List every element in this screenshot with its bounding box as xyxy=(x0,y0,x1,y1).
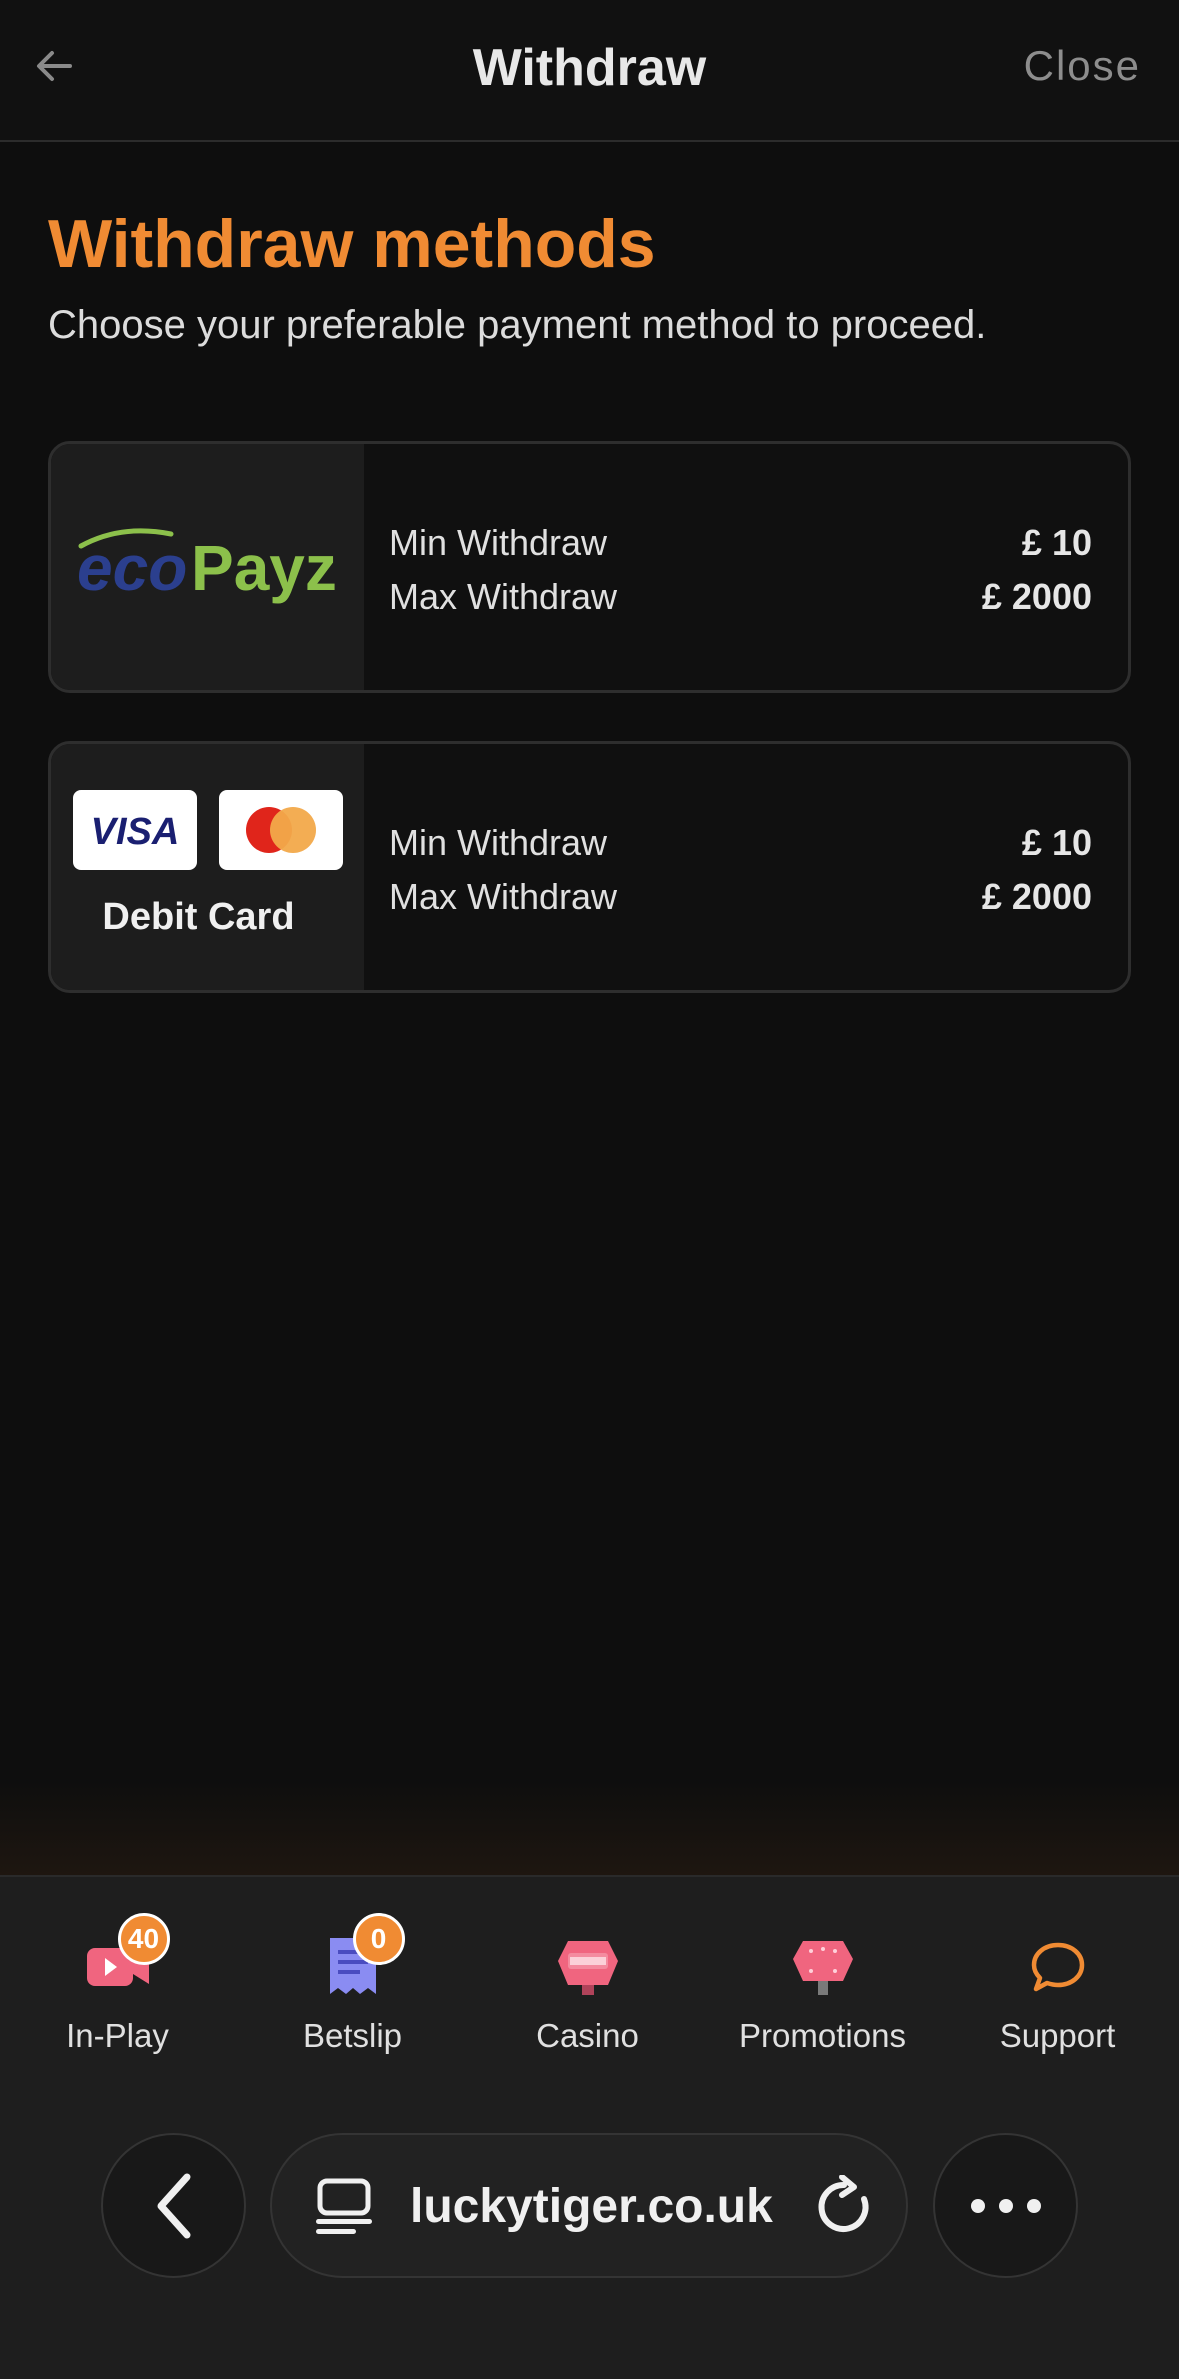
method-card-ecopayz[interactable]: eco Payz Min Withdraw £ 10 Max Withdraw … xyxy=(48,441,1131,693)
bottom-glow xyxy=(0,1780,1179,1876)
in-play-badge: 40 xyxy=(117,1913,170,1965)
ecopayz-limits: Min Withdraw £ 10 Max Withdraw £ 2000 xyxy=(389,516,1092,624)
tab-label: Promotions xyxy=(739,2017,906,2054)
promotions-sign-icon xyxy=(783,1927,863,2007)
ecopayz-logo-panel: eco Payz xyxy=(51,444,364,690)
min-withdraw-label: Min Withdraw xyxy=(389,822,608,863)
min-withdraw-row: Min Withdraw £ 10 xyxy=(389,516,1092,570)
tabs-icon xyxy=(316,2178,372,2234)
browser-back-button[interactable] xyxy=(101,2133,246,2278)
chevron-left-icon xyxy=(157,2173,190,2238)
min-withdraw-row: Min Withdraw £ 10 xyxy=(389,816,1092,870)
bottom-tab-bar: 40 In-Play 0 Betslip Casino Promotions S… xyxy=(0,1875,1179,2379)
close-button[interactable]: Close xyxy=(1024,42,1141,90)
chat-bubble-icon xyxy=(1018,1927,1098,2007)
mastercard-logo xyxy=(219,790,343,870)
debit-card-label: Debit Card xyxy=(102,896,295,938)
tab-in-play[interactable]: 40 In-Play xyxy=(0,1913,235,2055)
page-title: Withdraw methods xyxy=(48,206,656,282)
visa-logo-text: VISA xyxy=(91,811,180,853)
tab-label: In-Play xyxy=(66,2017,169,2054)
header-bar: Withdraw Close xyxy=(0,0,1179,142)
debit-card-limits: Min Withdraw £ 10 Max Withdraw £ 2000 xyxy=(389,816,1092,924)
max-withdraw-label: Max Withdraw xyxy=(389,876,618,917)
tab-label: Betslip xyxy=(302,2017,403,2054)
receipt-icon: 0 xyxy=(313,1913,405,2007)
visa-logo: VISA xyxy=(73,790,197,870)
max-withdraw-label: Max Withdraw xyxy=(389,576,618,617)
debit-card-logo-panel: VISA Debit Card xyxy=(51,744,364,990)
ecopayz-logo: eco Payz xyxy=(77,528,337,604)
browser-more-button[interactable] xyxy=(933,2133,1078,2278)
reload-icon[interactable] xyxy=(812,2175,876,2239)
browser-url-bar[interactable]: luckytiger.co.uk xyxy=(270,2133,908,2278)
tab-support[interactable]: Support xyxy=(940,1927,1175,2055)
page-subtitle: Choose your preferable payment method to… xyxy=(48,303,987,347)
tab-promotions[interactable]: Promotions xyxy=(705,1927,940,2055)
tab-casino[interactable]: Casino xyxy=(470,1927,705,2055)
max-withdraw-value: £ 2000 xyxy=(981,576,1092,617)
min-withdraw-value: £ 10 xyxy=(1021,522,1092,563)
mastercard-icon xyxy=(246,807,316,853)
more-dots-icon xyxy=(970,2198,1041,2213)
page-header-title: Withdraw xyxy=(472,39,707,97)
max-withdraw-value: £ 2000 xyxy=(981,876,1092,917)
visa-icon: VISA xyxy=(91,811,180,853)
ecopayz-logo-eco: eco xyxy=(77,532,187,604)
url-text: luckytiger.co.uk xyxy=(410,2180,773,2233)
ecopayz-logo-payz: Payz xyxy=(191,532,337,604)
max-withdraw-row: Max Withdraw £ 2000 xyxy=(389,870,1092,924)
min-withdraw-value: £ 10 xyxy=(1021,822,1092,863)
min-withdraw-label: Min Withdraw xyxy=(389,522,608,563)
method-card-debit-card[interactable]: VISA Debit Card Min Withdraw £ 10 Max Wi… xyxy=(48,741,1131,993)
video-camera-icon: 40 xyxy=(78,1913,170,2007)
tab-label: Support xyxy=(999,2017,1116,2054)
max-withdraw-row: Max Withdraw £ 2000 xyxy=(389,570,1092,624)
betslip-badge: 0 xyxy=(352,1913,405,1965)
tab-label: Casino xyxy=(536,2017,639,2054)
casino-chip-icon xyxy=(548,1927,628,2007)
tab-betslip[interactable]: 0 Betslip xyxy=(235,1913,470,2055)
